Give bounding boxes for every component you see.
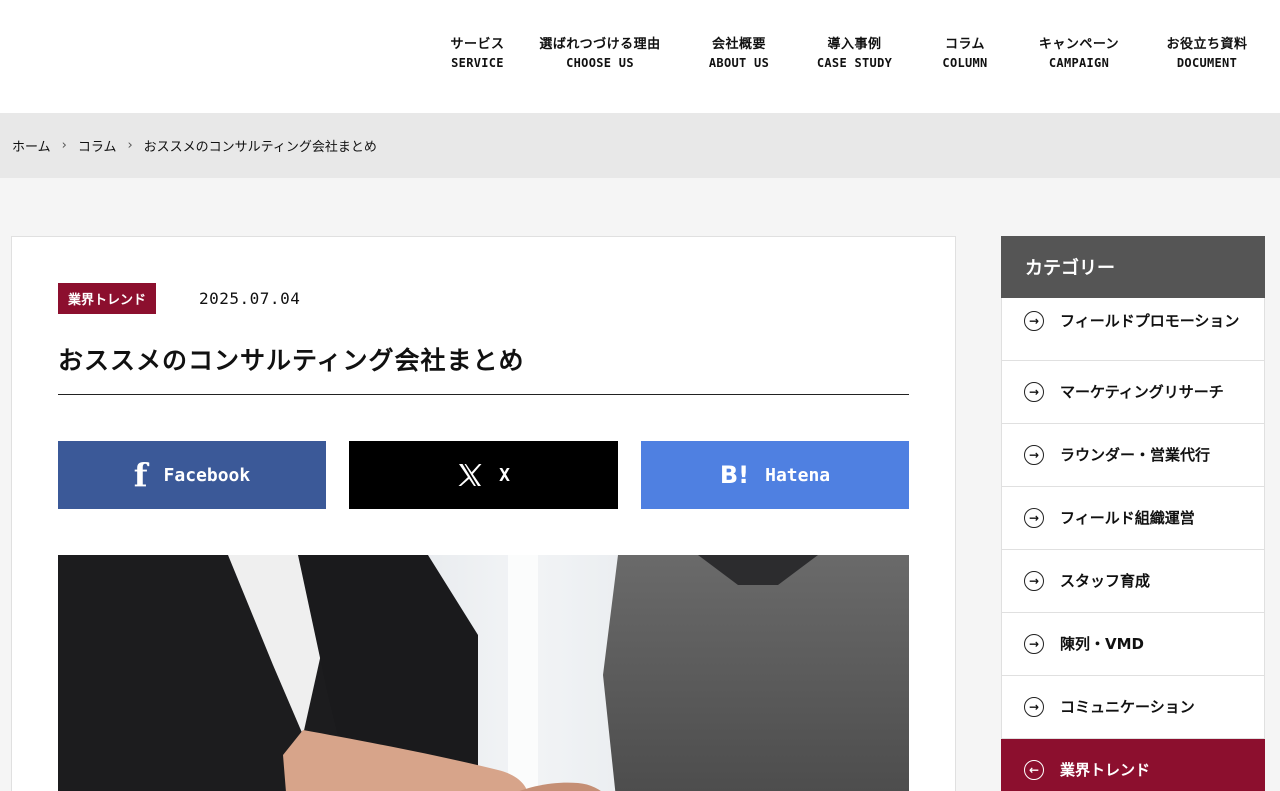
nav-case-study-en: CASE STUDY bbox=[816, 56, 893, 70]
arrow-right-circle-icon: → bbox=[1024, 571, 1044, 591]
category-tag[interactable]: 業界トレンド bbox=[58, 283, 157, 314]
hatena-bookmark-icon: B! bbox=[719, 461, 750, 489]
sidebar-item-industry-trend[interactable]: ← 業界トレンド bbox=[1001, 739, 1265, 791]
nav-choose-us-en: CHOOSE US bbox=[566, 56, 634, 70]
arrow-right-circle-icon: → bbox=[1024, 634, 1044, 654]
nav-document-label: お役立ち資料 bbox=[1166, 37, 1248, 52]
x-logo-icon bbox=[457, 463, 483, 487]
share-hatena-label: Hatena bbox=[765, 464, 831, 486]
nav-campaign[interactable]: キャンペーン CAMPAIGN bbox=[1024, 33, 1134, 70]
sidebar-item-label: フィールド組織運営 bbox=[1060, 509, 1195, 527]
share-x-label: X bbox=[499, 464, 510, 486]
nav-campaign-en: CAMPAIGN bbox=[1048, 56, 1110, 70]
nav-service[interactable]: サービス SERVICE bbox=[430, 33, 525, 70]
sidebar-item-label: コミュニケーション bbox=[1060, 698, 1195, 716]
article-title: おススメのコンサルティング会社まとめ bbox=[58, 346, 525, 375]
arrow-right-circle-icon: → bbox=[1024, 311, 1044, 331]
arrow-left-circle-icon: ← bbox=[1024, 760, 1044, 780]
arrow-right-circle-icon: → bbox=[1024, 382, 1044, 402]
sidebar-item-label: フィールドプロモーション bbox=[1060, 312, 1240, 330]
publish-date: 2025.07.04 bbox=[199, 289, 301, 308]
sidebar-item-rounder-sales[interactable]: → ラウンダー・営業代行 bbox=[1001, 424, 1265, 487]
facebook-icon: f bbox=[133, 456, 148, 494]
share-hatena-button[interactable]: B! Hatena bbox=[641, 441, 909, 509]
arrow-right-circle-icon: → bbox=[1024, 697, 1044, 717]
nav-about-us-en: ABOUT US bbox=[708, 56, 770, 70]
sidebar-item-field-promotion[interactable]: → フィールドプロモーション bbox=[1001, 298, 1265, 361]
sidebar-item-staff-training[interactable]: → スタッフ育成 bbox=[1001, 550, 1265, 613]
sidebar-item-label: 陳列・VMD bbox=[1060, 635, 1144, 653]
nav-about-us[interactable]: 会社概要 ABOUT US bbox=[675, 33, 803, 70]
nav-about-us-label: 会社概要 bbox=[711, 37, 766, 52]
sidebar-heading: カテゴリー bbox=[1001, 236, 1265, 298]
sidebar-item-communication[interactable]: → コミュニケーション bbox=[1001, 676, 1265, 739]
nav-document[interactable]: お役立ち資料 DOCUMENT bbox=[1134, 33, 1280, 70]
article-hero-image bbox=[58, 555, 909, 791]
nav-case-study-label: 導入事例 bbox=[827, 37, 882, 52]
breadcrumb-column[interactable]: コラム bbox=[78, 136, 117, 155]
site-header: サービス SERVICE 選ばれつづける理由 CHOOSE US 会社概要 AB… bbox=[0, 0, 1280, 113]
sidebar-item-display-vmd[interactable]: → 陳列・VMD bbox=[1001, 613, 1265, 676]
breadcrumb-home[interactable]: ホーム bbox=[12, 136, 51, 155]
article-card: 業界トレンド 2025.07.04 おススメのコンサルティング会社まとめ f F… bbox=[11, 236, 956, 791]
share-facebook-button[interactable]: f Facebook bbox=[58, 441, 326, 509]
category-sidebar: カテゴリー → フィールドプロモーション → マーケティングリサーチ → ラウン… bbox=[1001, 236, 1265, 791]
sidebar-item-label: ラウンダー・営業代行 bbox=[1060, 446, 1211, 464]
nav-column-en: COLUMN bbox=[942, 56, 988, 70]
title-divider bbox=[58, 394, 909, 395]
nav-service-en: SERVICE bbox=[451, 56, 504, 70]
arrow-right-circle-icon: → bbox=[1024, 445, 1044, 465]
global-nav: サービス SERVICE 選ばれつづける理由 CHOOSE US 会社概要 AB… bbox=[430, 33, 1280, 70]
nav-column-label: コラム bbox=[944, 37, 986, 52]
nav-choose-us-label: 選ばれつづける理由 bbox=[539, 37, 661, 52]
nav-service-label: サービス bbox=[450, 37, 505, 52]
sidebar-item-field-organization[interactable]: → フィールド組織運営 bbox=[1001, 487, 1265, 550]
nav-case-study[interactable]: 導入事例 CASE STUDY bbox=[803, 33, 906, 70]
nav-campaign-label: キャンペーン bbox=[1038, 37, 1120, 52]
sidebar-item-label: 業界トレンド bbox=[1060, 761, 1151, 779]
breadcrumb: ホーム › コラム › おススメのコンサルティング会社まとめ bbox=[0, 113, 1280, 178]
nav-column[interactable]: コラム COLUMN bbox=[906, 33, 1024, 70]
sidebar-item-label: スタッフ育成 bbox=[1060, 572, 1151, 590]
breadcrumb-current: おススメのコンサルティング会社まとめ bbox=[143, 140, 377, 155]
nav-choose-us[interactable]: 選ばれつづける理由 CHOOSE US bbox=[525, 33, 675, 70]
sidebar-item-label: マーケティングリサーチ bbox=[1060, 383, 1224, 401]
breadcrumb-separator-icon: › bbox=[61, 138, 67, 153]
share-facebook-label: Facebook bbox=[163, 464, 251, 486]
breadcrumb-separator-icon: › bbox=[127, 138, 133, 153]
sidebar-item-marketing-research[interactable]: → マーケティングリサーチ bbox=[1001, 361, 1265, 424]
share-x-button[interactable]: X bbox=[349, 441, 618, 509]
nav-document-en: DOCUMENT bbox=[1176, 56, 1238, 70]
arrow-right-circle-icon: → bbox=[1024, 508, 1044, 528]
